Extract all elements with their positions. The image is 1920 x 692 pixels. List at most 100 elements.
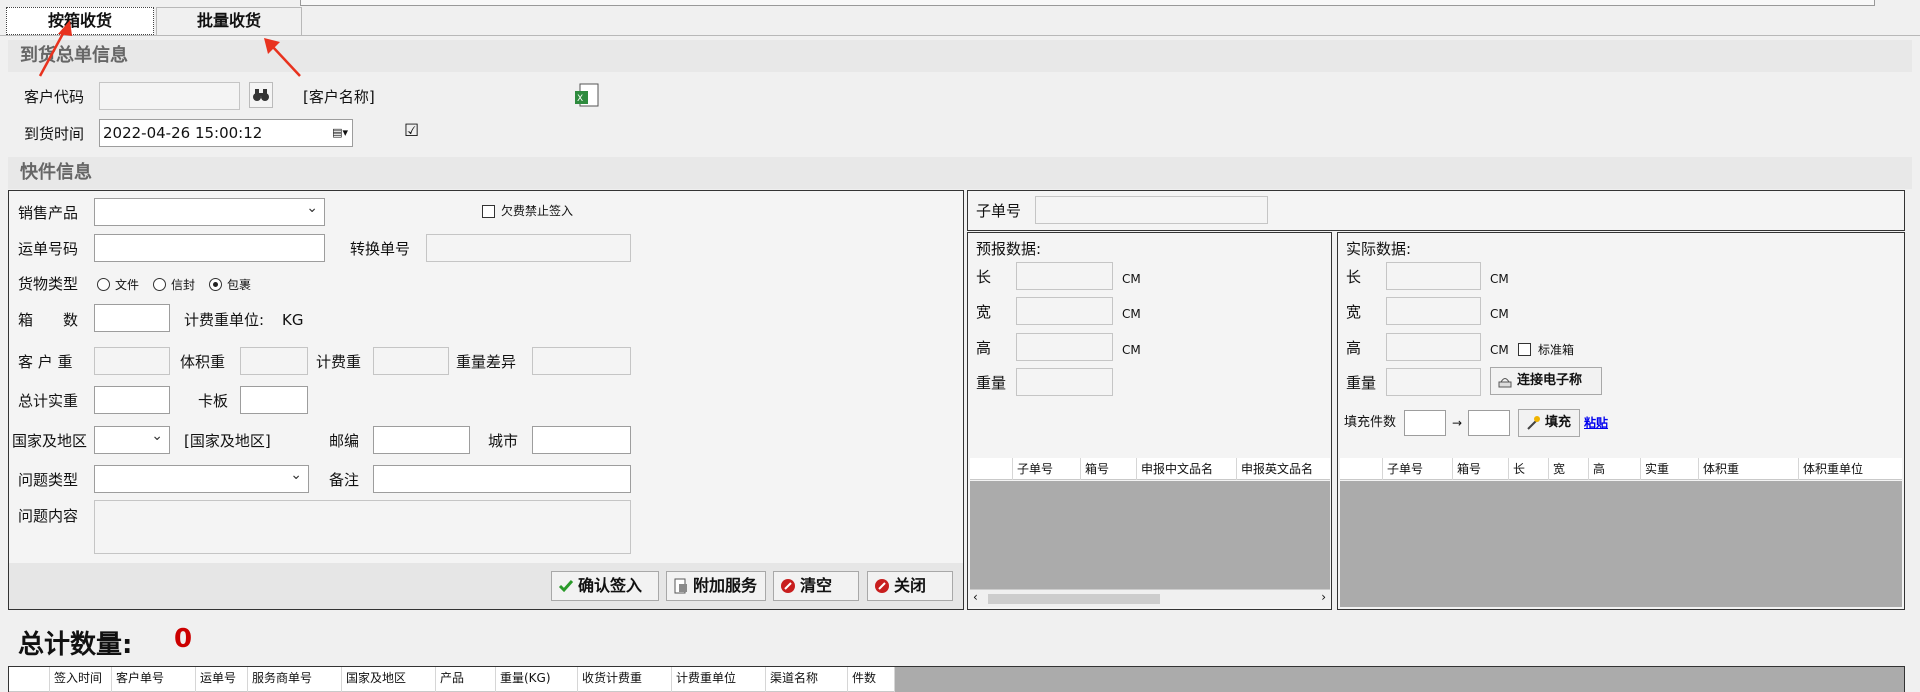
- connect-scale-button[interactable]: 连接电子称: [1490, 367, 1602, 395]
- express-section-title: 快件信息: [8, 157, 1912, 189]
- main-col-checkin-time[interactable]: 签入时间: [49, 667, 111, 692]
- svg-text:X: X: [577, 94, 583, 104]
- actual-length-label: 长: [1346, 268, 1362, 286]
- actual-width-input[interactable]: [1386, 297, 1481, 325]
- confirm-checkin-button[interactable]: 确认签入: [551, 571, 659, 601]
- goods-type-parcel-radio[interactable]: [209, 278, 222, 291]
- forecast-grid-header: 子单号 箱号 申报中文品名 申报英文品名: [970, 458, 1330, 480]
- confirm-checkin-label: 确认签入: [578, 576, 643, 595]
- actual-col-volume-unit[interactable]: 体积重单位: [1798, 458, 1902, 480]
- issue-type-select[interactable]: [94, 465, 309, 493]
- waybill-input[interactable]: [94, 234, 325, 262]
- main-col-receive-billing-weight[interactable]: 收货计费重: [577, 667, 671, 692]
- forecast-col-box-no[interactable]: 箱号: [1080, 458, 1136, 480]
- customer-weight-label: 客 户 重: [18, 353, 73, 371]
- forecast-height-unit: CM: [1122, 343, 1141, 357]
- main-col-billing-unit[interactable]: 计费重单位: [671, 667, 765, 692]
- volume-weight-input[interactable]: [240, 347, 308, 375]
- actual-length-input[interactable]: [1386, 262, 1481, 290]
- actual-weight-input[interactable]: [1386, 368, 1481, 396]
- fill-to-input[interactable]: [1468, 410, 1510, 436]
- fill-button[interactable]: 填充: [1518, 409, 1580, 437]
- close-icon: [875, 579, 889, 593]
- weight-diff-label: 重量差异: [456, 353, 517, 371]
- main-col-pieces[interactable]: 件数: [847, 667, 895, 692]
- forecast-col-sub-order[interactable]: 子单号: [1012, 458, 1080, 480]
- total-actual-weight-label: 总计实重: [18, 392, 79, 410]
- country-select[interactable]: [94, 426, 170, 454]
- top-scroll-area: [300, 0, 1875, 6]
- boxes-input[interactable]: [94, 304, 170, 332]
- billing-unit-label: 计费重单位:: [184, 311, 265, 329]
- customer-weight-input[interactable]: [94, 347, 170, 375]
- scroll-left-icon[interactable]: ‹: [973, 590, 978, 604]
- city-input[interactable]: [532, 426, 631, 454]
- arrears-block-checkbox[interactable]: [482, 205, 495, 218]
- standard-box-label: 标准箱: [1538, 343, 1575, 357]
- sub-order-input[interactable]: [1035, 196, 1268, 224]
- forecast-length-input[interactable]: [1016, 262, 1113, 290]
- forecast-col-cn-name[interactable]: 申报中文品名: [1136, 458, 1236, 480]
- main-col-channel-name[interactable]: 渠道名称: [765, 667, 847, 692]
- arrival-time-checkbox[interactable]: ☑: [404, 121, 419, 141]
- actual-grid-header: 子单号 箱号 长 宽 高 实重 体积重 体积重单位: [1340, 458, 1902, 480]
- forecast-height-input[interactable]: [1016, 333, 1113, 361]
- waybill-label: 运单号码: [18, 240, 79, 258]
- close-button[interactable]: 关闭: [867, 571, 953, 601]
- postcode-input[interactable]: [373, 426, 470, 454]
- total-actual-weight-input[interactable]: [94, 386, 170, 414]
- actual-col-length[interactable]: 长: [1508, 458, 1548, 480]
- forecast-weight-input[interactable]: [1016, 368, 1113, 396]
- goods-type-envelope-radio[interactable]: [153, 278, 166, 291]
- tab-box-receive[interactable]: 按箱收货: [6, 7, 154, 35]
- forecast-col-en-name[interactable]: 申报英文品名: [1236, 458, 1330, 480]
- standard-box-checkbox[interactable]: [1518, 343, 1531, 356]
- main-col-product[interactable]: 产品: [435, 667, 495, 692]
- scroll-right-icon[interactable]: ›: [1321, 590, 1326, 604]
- customer-code-label: 客户代码: [24, 88, 85, 106]
- calendar-dropdown-icon[interactable]: ▤▾: [332, 120, 348, 146]
- excel-export-icon[interactable]: X: [574, 82, 600, 108]
- main-col-country[interactable]: 国家及地区: [341, 667, 435, 692]
- forecast-width-input[interactable]: [1016, 297, 1113, 325]
- volume-weight-label: 体积重: [180, 353, 226, 371]
- addon-service-button[interactable]: 附加服务: [666, 571, 766, 601]
- actual-col-volume-weight[interactable]: 体积重: [1698, 458, 1798, 480]
- weight-diff-input[interactable]: [532, 347, 631, 375]
- search-binoculars-icon[interactable]: [249, 82, 273, 108]
- forecast-width-label: 宽: [976, 303, 992, 321]
- scroll-thumb[interactable]: [988, 594, 1160, 604]
- annotation-arrow-icon: [38, 20, 72, 77]
- issue-content-textarea[interactable]: [94, 500, 631, 554]
- main-col-customer-order[interactable]: 客户单号: [111, 667, 195, 692]
- scale-icon: [1498, 378, 1512, 388]
- forecast-grid-scrollbar[interactable]: ‹ ›: [970, 589, 1330, 607]
- convert-no-input[interactable]: [426, 234, 631, 262]
- goods-type-label: 货物类型: [18, 275, 79, 293]
- tab-batch-receive[interactable]: 批量收货: [156, 7, 302, 35]
- actual-col-box-no[interactable]: 箱号: [1452, 458, 1508, 480]
- customer-code-input[interactable]: [99, 82, 240, 110]
- fill-from-input[interactable]: [1404, 410, 1446, 436]
- actual-width-label: 宽: [1346, 303, 1362, 321]
- clear-button[interactable]: 清空: [773, 571, 859, 601]
- remark-input[interactable]: [373, 465, 631, 493]
- postcode-label: 邮编: [329, 432, 360, 450]
- actual-col-actual-weight[interactable]: 实重: [1640, 458, 1698, 480]
- billing-weight-input[interactable]: [373, 347, 449, 375]
- actual-col-sub-order[interactable]: 子单号: [1382, 458, 1452, 480]
- main-col-weight[interactable]: 重量(KG): [495, 667, 577, 692]
- main-col-provider-order[interactable]: 服务商单号: [247, 667, 341, 692]
- arrival-time-picker[interactable]: 2022-04-26 15:00:12 ▤▾: [99, 119, 353, 147]
- fill-arrow: →: [1452, 416, 1463, 430]
- customer-name-label: [客户名称]: [303, 88, 375, 106]
- actual-col-width[interactable]: 宽: [1548, 458, 1588, 480]
- paste-link[interactable]: 粘贴: [1584, 413, 1608, 433]
- goods-type-file-radio[interactable]: [97, 278, 110, 291]
- issue-type-label: 问题类型: [18, 471, 79, 489]
- actual-col-height[interactable]: 高: [1588, 458, 1640, 480]
- pallet-input[interactable]: [240, 386, 308, 414]
- main-col-waybill[interactable]: 运单号: [195, 667, 247, 692]
- sales-product-select[interactable]: [94, 198, 325, 226]
- actual-height-input[interactable]: [1386, 333, 1481, 361]
